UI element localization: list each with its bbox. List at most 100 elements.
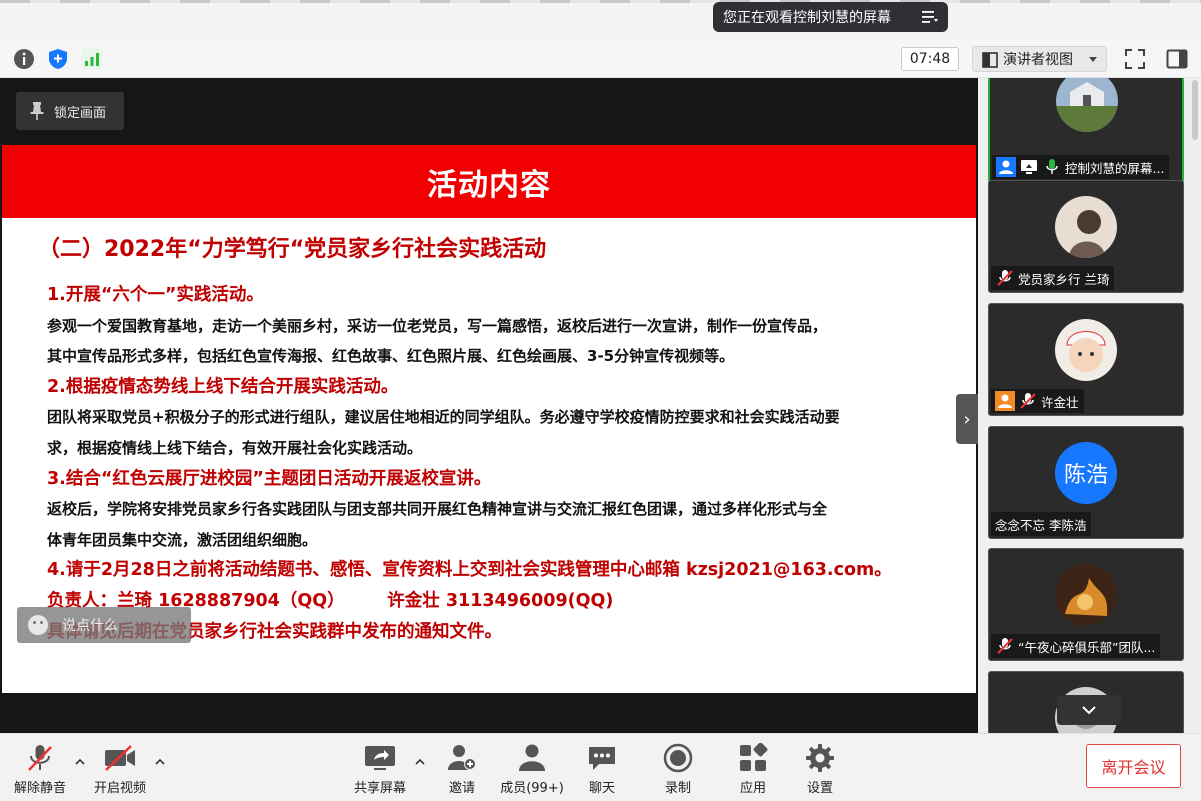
slide-line: 其中宣传品形式多样，包括红色宣传海报、红色故事、红色照片展、红色绘画展、3-5分…: [47, 347, 735, 366]
slide-body: 1.开展“六个一”实践活动。 参观一个爱国教育基地，走访一个美丽乡村，采访一位老…: [47, 280, 927, 647]
participant-tile[interactable]: 党员家乡行 兰琦: [988, 180, 1184, 293]
slide-line: 团队将采取党员+积极分子的形式进行组队，建议居住地相近的同学组队。务必遵守学校疫…: [47, 408, 840, 427]
top-strip: [0, 0, 1201, 40]
mic-muted-icon: [28, 745, 52, 771]
participant-tile[interactable]: “午夜心碎俱乐部”团队...: [988, 548, 1184, 661]
menu-lines-icon[interactable]: [920, 8, 940, 26]
chevron-down-icon: [1089, 57, 1097, 62]
slide-line: 体青年团员集中交流，激活团组织细胞。: [47, 530, 318, 549]
apps-button[interactable]: 应用: [735, 742, 771, 796]
invite-label: 邀请: [448, 781, 475, 796]
share-screen-button[interactable]: 共享屏幕: [352, 742, 408, 796]
collapse-panel-button[interactable]: ›: [956, 394, 978, 444]
mic-on-icon: [1042, 157, 1062, 177]
chat-icon: [589, 747, 615, 770]
pin-view-button[interactable]: 锁定画面: [16, 92, 124, 130]
slide-subtitle: （二）2022年“力学笃行“党员家乡行社会实践活动: [38, 237, 547, 262]
pin-view-label: 锁定画面: [54, 105, 107, 121]
viewing-banner[interactable]: 您正在观看控制刘慧的屏幕: [713, 2, 948, 32]
add-user-icon: [448, 745, 476, 770]
scroll-down-button[interactable]: [1057, 695, 1121, 725]
avatar: [1055, 196, 1117, 258]
chevron-up-icon[interactable]: [154, 756, 166, 768]
slide-title: 活动内容: [2, 145, 976, 218]
meeting-window: 您正在观看控制刘慧的屏幕 07:48 演讲者视图 锁定画面 活动内容 （二）20…: [0, 0, 1201, 801]
view-mode-select[interactable]: 演讲者视图: [972, 46, 1107, 72]
start-video-label: 开启视频: [93, 781, 146, 796]
fullscreen-icon[interactable]: [1124, 48, 1146, 70]
settings-label: 设置: [806, 781, 833, 796]
avatar: [1055, 564, 1117, 626]
chevron-down-icon: [1082, 706, 1096, 715]
viewing-banner-text: 您正在观看控制刘慧的屏幕: [723, 10, 891, 26]
chat-hint-text: 说点什么: [62, 618, 118, 634]
shield-icon[interactable]: [47, 48, 69, 70]
meeting-timer: 07:48: [901, 47, 959, 71]
slide-line: 2.根据疫情态势线上线下结合开展实践活动。: [47, 376, 399, 397]
slide-line: 返校后，学院将安排党员家乡行各实践团队与团支部共同开展红色精神宣讲与交流汇报红色…: [47, 500, 828, 519]
slide-line: 3.结合“红色云展厅进校园”主题团日活动开展返校宣讲。: [47, 468, 492, 489]
share-screen-label: 共享屏幕: [353, 781, 406, 796]
settings-button[interactable]: 设置: [802, 742, 838, 796]
participant-label-row: 许金壮: [991, 389, 1084, 413]
avatar: [1055, 319, 1117, 381]
chat-button[interactable]: 聊天: [584, 742, 620, 796]
participant-label-row: 念念不忘 李陈浩: [991, 512, 1092, 536]
share-screen-icon: [1019, 157, 1039, 177]
meeting-controls-bar: 解除静音 开启视频 共享屏幕 邀请 成员(99+) 聊天 录制 应用 设置: [0, 733, 1201, 801]
unmute-button[interactable]: 解除静音: [12, 742, 68, 796]
chat-input-hint[interactable]: 说点什么: [17, 607, 191, 643]
members-button[interactable]: 成员(99+): [500, 742, 564, 796]
signal-icon[interactable]: [81, 48, 103, 70]
invite-button[interactable]: 邀请: [441, 742, 483, 796]
camera-off-icon: [105, 745, 135, 771]
participant-name: 许金壮: [1041, 394, 1079, 410]
emoji-icon: [28, 615, 48, 635]
participant-tile[interactable]: 陈浩 念念不忘 李陈浩: [988, 426, 1184, 539]
slide-line: 1.开展“六个一”实践活动。: [47, 285, 264, 305]
panel-scrollbar[interactable]: [1192, 80, 1198, 140]
record-button[interactable]: 录制: [660, 742, 696, 796]
sidebar-icon[interactable]: [1166, 48, 1188, 70]
avatar: [1056, 78, 1118, 132]
share-screen-icon: [365, 746, 395, 770]
view-mode-label: 演讲者视图: [1003, 52, 1073, 68]
members-icon: [519, 744, 545, 771]
slide-line: 求，根据疫情线上线下结合，有效开展社会化实践活动。: [47, 438, 423, 457]
mic-muted-icon: [995, 636, 1015, 656]
leave-meeting-button[interactable]: 离开会议: [1086, 744, 1181, 788]
slide-line: 参观一个爱国教育基地，走访一个美丽乡村，采访一位老党员，写一篇感悟，返校后进行一…: [47, 316, 828, 335]
mic-muted-icon: [1018, 391, 1038, 411]
slide-line: 4.请于2月28日之前将活动结题书、感悟、宣传资料上交到社会实践管理中心邮箱 k…: [47, 560, 892, 581]
unmute-label: 解除静音: [13, 781, 66, 796]
host-icon: [996, 157, 1016, 177]
chevron-up-icon[interactable]: [414, 756, 426, 768]
participants-panel: 控制刘慧的屏幕... 党员家乡行 兰琦 许金壮 陈浩 念念不忘 李陈浩 “午夜心…: [978, 78, 1201, 733]
chevron-right-icon: ›: [963, 408, 971, 430]
participant-name: 控制刘慧的屏幕...: [1065, 160, 1165, 176]
record-label: 录制: [664, 781, 691, 796]
chat-label: 聊天: [588, 781, 615, 796]
participant-label-row: 党员家乡行 兰琦: [991, 266, 1115, 290]
participant-tile[interactable]: 控制刘慧的屏幕...: [988, 78, 1184, 183]
participant-label-row: 控制刘慧的屏幕...: [992, 155, 1170, 179]
members-label: 成员(99+): [500, 781, 564, 796]
speaker-view-icon: [982, 52, 998, 68]
record-icon: [663, 743, 693, 773]
mic-muted-icon: [995, 268, 1015, 288]
gear-icon: [806, 744, 834, 772]
apps-icon: [740, 743, 768, 771]
participant-label-row: “午夜心碎俱乐部”团队...: [991, 634, 1161, 658]
chevron-up-icon[interactable]: [74, 756, 86, 768]
participant-name: 念念不忘 李陈浩: [995, 517, 1087, 533]
pin-icon: [30, 102, 44, 120]
info-icon[interactable]: [13, 48, 35, 70]
apps-label: 应用: [739, 781, 766, 796]
participant-tile[interactable]: 许金壮: [988, 303, 1184, 416]
participant-name: “午夜心碎俱乐部”团队...: [1018, 639, 1156, 655]
window-edge: [0, 0, 1201, 3]
start-video-button[interactable]: 开启视频: [92, 742, 148, 796]
host-icon: [995, 391, 1015, 411]
participant-name: 党员家乡行 兰琦: [1018, 271, 1110, 287]
avatar: 陈浩: [1055, 442, 1117, 504]
